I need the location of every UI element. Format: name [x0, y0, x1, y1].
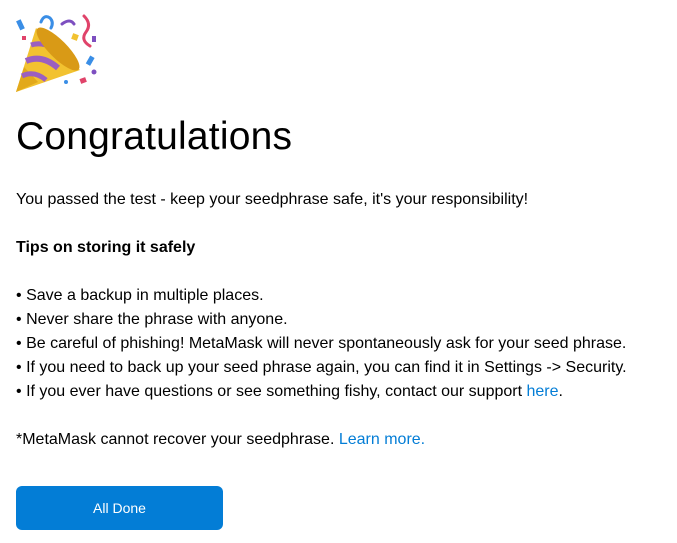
support-suffix: .	[558, 383, 563, 400]
list-item: • If you need to back up your seed phras…	[16, 356, 627, 380]
passed-message: You passed the test - keep your seedphra…	[16, 191, 529, 208]
tip-text: If you ever have questions or see someth…	[26, 383, 523, 400]
list-item: • Never share the phrase with anyone.	[16, 308, 627, 332]
bullet: •	[16, 287, 22, 304]
party-popper-icon	[16, 14, 97, 92]
tip-text: Be careful of phishing! MetaMask will ne…	[26, 335, 627, 352]
all-done-button[interactable]: All Done	[16, 486, 223, 530]
tip-text: Never share the phrase with anyone.	[26, 311, 288, 328]
tip-text: Save a backup in multiple places.	[26, 287, 264, 304]
bullet: •	[16, 383, 22, 400]
list-item: • Save a backup in multiple places.	[16, 284, 627, 308]
bullet: •	[16, 335, 22, 352]
bullet: •	[16, 311, 22, 328]
list-item: • Be careful of phishing! MetaMask will …	[16, 332, 627, 356]
disclaimer-text: *MetaMask cannot recover your seedphrase…	[16, 431, 335, 448]
tips-list: • Save a backup in multiple places. • Ne…	[16, 284, 627, 404]
learn-more-link[interactable]: Learn more.	[339, 431, 425, 448]
tip-text: If you need to back up your seed phrase …	[26, 359, 627, 376]
list-item: • If you ever have questions or see some…	[16, 380, 627, 404]
support-link[interactable]: here	[527, 383, 559, 400]
disclaimer: *MetaMask cannot recover your seedphrase…	[16, 428, 425, 452]
page-title: Congratulations	[16, 115, 293, 158]
bullet: •	[16, 359, 22, 376]
tips-heading: Tips on storing it safely	[16, 239, 196, 256]
